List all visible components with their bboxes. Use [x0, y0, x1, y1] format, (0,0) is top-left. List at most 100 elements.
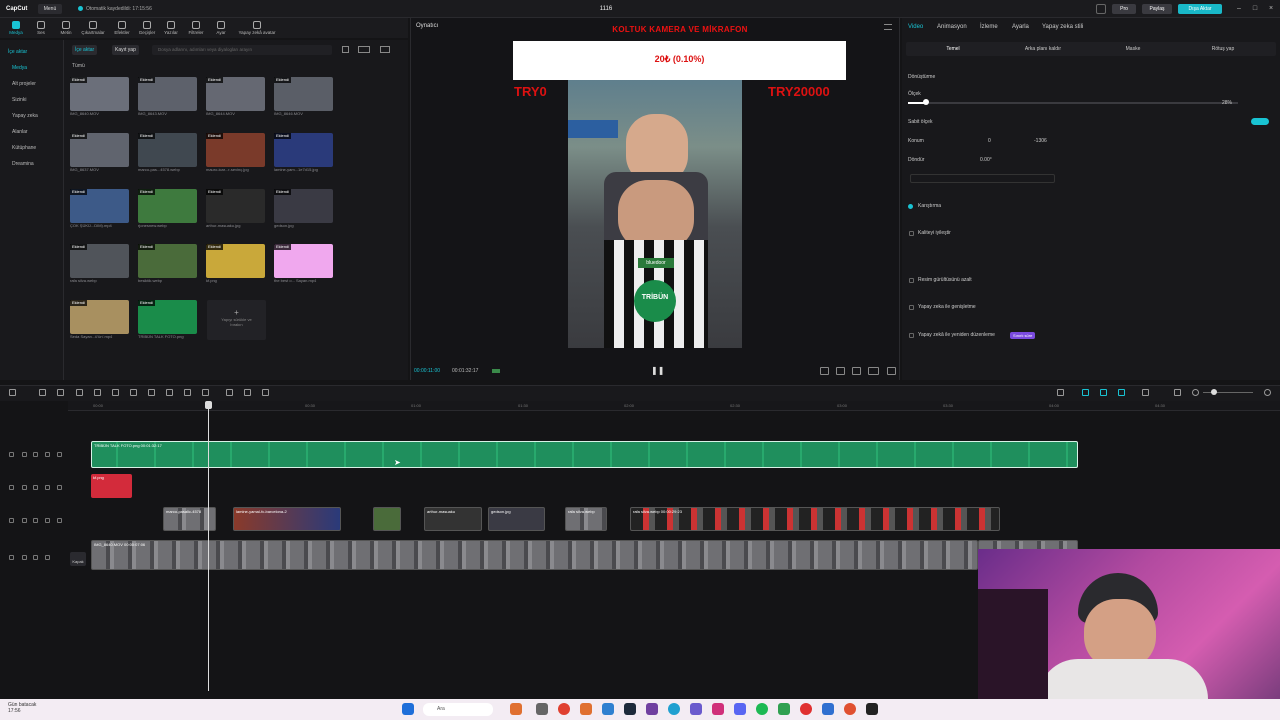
scale-slider[interactable] [908, 102, 1238, 104]
maximize-icon[interactable]: □ [1250, 3, 1260, 15]
track-lock-icon[interactable] [22, 518, 27, 523]
record-button[interactable]: Kayıt yap [112, 45, 139, 55]
app-icon-5[interactable] [690, 703, 702, 715]
align-buttons[interactable] [910, 174, 1055, 183]
sidebar-item-library[interactable]: Kütüphane [12, 142, 62, 154]
main-video-clip[interactable]: IMG_8640.MOV 00:00:07:06 [91, 540, 978, 570]
denoise-check[interactable] [909, 278, 914, 283]
preview-axis-icon[interactable] [1118, 389, 1125, 396]
chrome-icon[interactable] [558, 703, 570, 715]
track-lock-icon[interactable] [22, 555, 27, 560]
media-thumbnail[interactable]: Eklendi [70, 77, 129, 111]
tool-filters[interactable]: Filtreler [183, 20, 209, 38]
sidebar-item-yours[interactable]: Sizinki [12, 94, 62, 106]
media-thumbnail[interactable]: Eklendi [274, 133, 333, 167]
media-item[interactable]: Eklendi mauro-icar...r-sevinç.jpg [206, 133, 268, 172]
media-thumbnail[interactable]: Eklendi [206, 189, 265, 223]
media-item[interactable]: Eklendi IMG_8644.MOV [206, 77, 268, 116]
media-thumbnail[interactable]: Eklendi [70, 133, 129, 167]
media-thumbnail[interactable]: Eklendi [138, 77, 197, 111]
media-item[interactable]: Eklendi the best o... Sayan.mp4 [274, 244, 336, 283]
minimize-icon[interactable]: – [1234, 3, 1244, 15]
tool-transitions[interactable]: Geçişler [134, 20, 160, 38]
snap-icon[interactable] [1100, 389, 1107, 396]
sidebar-item-media[interactable]: Medya [12, 62, 62, 74]
pause-button[interactable]: ❚❚ [651, 366, 664, 376]
capcut-icon[interactable] [866, 703, 878, 715]
crop-icon[interactable] [852, 367, 861, 375]
ratio-icon[interactable] [836, 367, 845, 375]
tool-audio[interactable]: Ses [28, 20, 54, 38]
file-explorer-icon[interactable] [536, 703, 548, 715]
store-icon[interactable] [602, 703, 614, 715]
overlay-clip[interactable]: gedson.jpg [488, 507, 545, 531]
quality-icon[interactable] [868, 367, 879, 375]
view-icon[interactable] [380, 46, 390, 53]
app-icon-1[interactable] [510, 703, 522, 715]
zoom-out-icon[interactable] [1192, 389, 1199, 396]
app-icon-3[interactable] [624, 703, 636, 715]
tool-adjust[interactable]: Ayar [208, 20, 234, 38]
media-item[interactable]: Eklendi TRİBÜN TALK FOTO.png [138, 300, 200, 339]
track-lock-icon[interactable] [9, 555, 14, 560]
windows-start-icon[interactable] [402, 703, 414, 715]
media-thumbnail[interactable]: Eklendi [206, 244, 265, 278]
playhead[interactable] [208, 401, 209, 691]
tool-stickers[interactable]: Çıkartmalar [80, 20, 106, 38]
track-lock-icon[interactable] [9, 485, 14, 490]
tool-text[interactable]: Metin [53, 20, 79, 38]
media-search-input[interactable]: Dosya adlarını, adımları veya diyaloglar… [152, 45, 332, 55]
sidebar-item-import[interactable]: İçe aktar [8, 46, 58, 58]
split-left-icon[interactable] [94, 389, 101, 396]
zoom-knob[interactable] [1211, 389, 1217, 395]
subtab-mask[interactable]: Maske [1098, 46, 1168, 52]
relight-check[interactable] [909, 333, 914, 338]
player-menu-icon[interactable] [884, 24, 892, 30]
blend-label[interactable]: Karıştırma [918, 203, 941, 209]
media-item[interactable]: Eklendi IMG_8646.MOV [274, 77, 336, 116]
tool-captions[interactable]: Yazılar [158, 20, 184, 38]
chrome-icon[interactable] [800, 703, 812, 715]
expand-check[interactable] [909, 305, 914, 310]
media-item[interactable]: Eklendi gedson.jpg [274, 189, 336, 228]
playhead-handle[interactable] [205, 401, 212, 409]
tool-ai-avatar[interactable]: Yapay zekâ avatar [234, 20, 280, 38]
media-thumbnail[interactable]: Eklendi [206, 77, 265, 111]
track-audio-icon[interactable] [45, 518, 50, 523]
subtab-retouch[interactable]: Rötuş yap [1188, 46, 1258, 52]
media-item[interactable]: Eklendi IMG_8640.MOV [70, 77, 132, 116]
track-lock-icon[interactable] [22, 452, 27, 457]
app-icon-6[interactable] [778, 703, 790, 715]
export-button[interactable]: Dışa Aktar [1178, 4, 1222, 14]
uniform-scale-toggle[interactable] [1251, 118, 1269, 125]
crop-clip-icon[interactable] [166, 389, 173, 396]
sidebar-item-dreamina[interactable]: Dreamina [12, 158, 62, 170]
select-tool-icon[interactable] [9, 389, 16, 396]
media-thumbnail[interactable]: Eklendi [274, 244, 333, 278]
scale-slider-knob[interactable] [923, 99, 929, 105]
caption-link-icon[interactable] [1142, 389, 1149, 396]
tab-tracking[interactable]: İzleme [980, 24, 998, 30]
transform-heading[interactable]: Dönüştürme [908, 74, 935, 80]
track-lock-icon[interactable] [9, 452, 14, 457]
clip-tribune-talk[interactable]: TRİBÜN TALK FOTO.png 00:01:32:17 [91, 441, 1078, 468]
instagram-icon[interactable] [712, 703, 724, 715]
overlay-clip[interactable]: rafa silva.webp 00:00:29:23 [630, 507, 1000, 531]
overlay-clip[interactable]: lamine-yamal-fc-barcelona-2 [233, 507, 341, 531]
blend-check[interactable] [908, 204, 913, 209]
sidebar-item-ai[interactable]: Yapay zeka [12, 110, 62, 122]
media-item[interactable]: Eklendi ÇOK ŞÜKÜ...DIM).mp4 [70, 189, 132, 228]
sort-icon[interactable] [358, 46, 370, 53]
rotate-icon[interactable] [202, 389, 209, 396]
sidebar-item-subprojects[interactable]: Alt projeler [12, 78, 62, 90]
category-all[interactable]: Tümü [72, 63, 85, 69]
media-item[interactable]: Eklendi kf.png [206, 244, 268, 283]
filter-icon[interactable] [342, 46, 349, 53]
tab-video[interactable]: Video [908, 24, 923, 30]
tab-adjust[interactable]: Ayarla [1012, 24, 1029, 30]
zoom-in-icon[interactable] [1264, 389, 1271, 396]
menu-button[interactable]: Menü [38, 4, 62, 14]
media-item[interactable]: Eklendi marco-pas...4578.webp [138, 133, 200, 172]
app-icon-2[interactable] [580, 703, 592, 715]
media-item[interactable]: Eklendi besiktik.webp [138, 244, 200, 283]
